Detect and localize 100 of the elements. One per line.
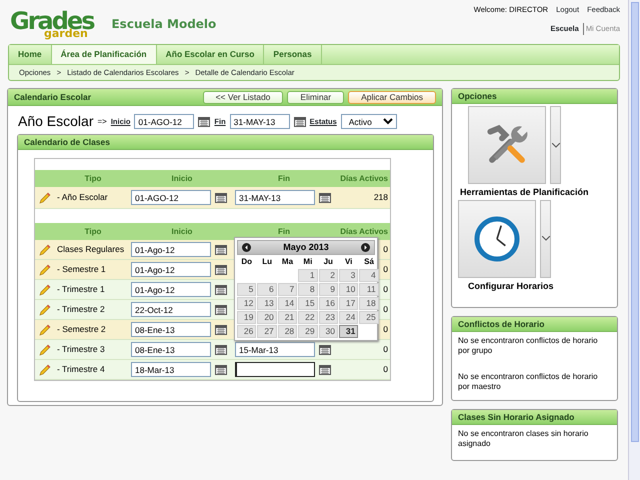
calendar-icon[interactable]: [215, 324, 227, 335]
calendar-day[interactable]: 12: [237, 297, 256, 310]
date-field[interactable]: 18-Mar-13: [131, 362, 211, 378]
calendar-icon[interactable]: [215, 244, 227, 255]
column-header: Inicio: [170, 226, 194, 238]
column-header: Tipo: [84, 172, 102, 185]
table-cell-text: - Trimestre 4: [57, 363, 106, 376]
calendar-day[interactable]: 11: [359, 283, 379, 296]
pencil-icon[interactable]: [39, 244, 51, 256]
calendar-icon[interactable]: [319, 192, 331, 203]
weekday-label: Do: [240, 256, 254, 268]
pencil-icon[interactable]: [39, 264, 51, 276]
next-month-icon[interactable]: [361, 243, 370, 252]
weekday-label: Lu: [261, 256, 273, 268]
previous-month-icon[interactable]: [242, 243, 251, 252]
calendar-day[interactable]: 23: [318, 311, 338, 324]
action-button[interactable]: << Ver Listado: [202, 90, 284, 104]
calendar-day[interactable]: 28: [278, 325, 298, 338]
panel-title: Opciones: [452, 89, 617, 104]
date-field[interactable]: 22-Oct-12: [131, 302, 211, 318]
pencil-icon[interactable]: [39, 284, 51, 296]
table-cell-text: - Año Escolar: [57, 191, 109, 204]
calendar-day[interactable]: 25: [359, 311, 379, 324]
calendar-day[interactable]: 16: [318, 297, 338, 310]
calendar-day[interactable]: 5: [237, 283, 256, 296]
calendar-day[interactable]: 8: [298, 283, 318, 296]
calendar-day[interactable]: 1: [298, 269, 318, 282]
date-field[interactable]: 01-AGO-12: [134, 114, 194, 130]
nav-tab[interactable]: Año Escolar en Curso: [156, 45, 264, 64]
date-field[interactable]: 08-Ene-13: [131, 342, 211, 358]
calendar-day[interactable]: 3: [338, 269, 358, 282]
calendar-icon[interactable]: [198, 116, 210, 127]
calendar-day[interactable]: 15: [298, 297, 318, 310]
calendar-day[interactable]: 7: [278, 283, 298, 296]
option-tile[interactable]: [468, 106, 546, 184]
table-cell-text: - Trimestre 1: [57, 283, 106, 296]
panel-title: Calendario de Clases: [18, 135, 433, 150]
pencil-icon[interactable]: [39, 344, 51, 356]
year-label: Año Escolar: [18, 112, 94, 132]
calendar-day[interactable]: 31: [338, 325, 358, 338]
nav-tab[interactable]: Personas: [264, 45, 322, 64]
calendar-day[interactable]: 22: [298, 311, 318, 324]
calendar-icon[interactable]: [319, 344, 331, 355]
date-field[interactable]: 31-MAY-13: [235, 190, 315, 206]
table-cell-text: - Trimestre 2: [57, 303, 106, 316]
calendar-day[interactable]: 21: [278, 311, 298, 324]
pencil-icon[interactable]: [39, 364, 51, 376]
calendar-icon[interactable]: [215, 344, 227, 355]
column-header: Tipo: [84, 226, 102, 238]
date-field[interactable]: 08-Ene-13: [131, 322, 211, 338]
date-field[interactable]: 01-Ago-12: [131, 242, 211, 258]
action-button[interactable]: Eliminar: [287, 90, 344, 104]
calendar-icon[interactable]: [319, 364, 331, 375]
calendar-icon[interactable]: [215, 304, 227, 315]
table-cell-text: - Semestre 1: [57, 263, 107, 276]
calendar-day[interactable]: 30: [318, 325, 338, 338]
calendar-icon[interactable]: [215, 364, 227, 375]
date-field[interactable]: 01-AGO-12: [131, 190, 211, 206]
calendar-day[interactable]: 24: [338, 311, 358, 324]
nav-tab[interactable]: Área de Planificación: [52, 45, 157, 64]
pencil-icon[interactable]: [39, 324, 51, 336]
chevron-down-icon: [542, 236, 550, 242]
calendar-day[interactable]: 27: [257, 325, 277, 338]
chevron-down-icon: [552, 142, 560, 148]
option-label: Configurar Horarios: [468, 280, 555, 293]
pencil-icon[interactable]: [39, 192, 51, 204]
panel-title: Clases Sin Horario Asignado: [452, 410, 617, 426]
action-button[interactable]: Aplicar Cambios: [348, 90, 436, 104]
date-field[interactable]: 01-Ago-12: [131, 262, 211, 278]
option-tile[interactable]: [458, 200, 536, 278]
calendar-day[interactable]: 13: [257, 297, 277, 310]
status-dropdown[interactable]: Activo: [340, 114, 397, 130]
calendar-day[interactable]: 6: [257, 283, 277, 296]
calendar-day[interactable]: 14: [278, 297, 298, 310]
calendar-day[interactable]: 19: [237, 311, 256, 324]
calendar-day[interactable]: 20: [257, 311, 277, 324]
calendar-day[interactable]: 10: [338, 283, 358, 296]
arrow-text: =>: [97, 116, 107, 128]
calendar-icon[interactable]: [294, 116, 306, 127]
scrollbar[interactable]: [628, 0, 640, 480]
date-field[interactable]: 31-MAY-13: [230, 114, 290, 130]
calendar-icon[interactable]: [215, 192, 227, 203]
calendar-day[interactable]: 9: [318, 283, 338, 296]
dropdown-toggle-button[interactable]: [540, 200, 551, 278]
table-cell-text: 0: [383, 323, 389, 336]
dropdown-toggle-button[interactable]: [550, 106, 561, 184]
calendar-day[interactable]: 26: [237, 325, 256, 338]
pencil-icon[interactable]: [39, 304, 51, 316]
scrollbar-thumb[interactable]: [631, 2, 639, 442]
calendar-icon[interactable]: [215, 284, 227, 295]
calendar-day[interactable]: 2: [318, 269, 338, 282]
calendar-icon[interactable]: [215, 264, 227, 275]
date-field[interactable]: [235, 362, 315, 378]
calendar-day[interactable]: 18: [359, 297, 379, 310]
calendar-day[interactable]: 29: [298, 325, 318, 338]
calendar-day[interactable]: 4: [359, 269, 379, 282]
date-field[interactable]: 01-Ago-12: [131, 282, 211, 298]
date-field[interactable]: 15-Mar-13: [235, 342, 315, 358]
weekday-label: Ju: [322, 256, 334, 268]
calendar-day[interactable]: 17: [338, 297, 358, 310]
